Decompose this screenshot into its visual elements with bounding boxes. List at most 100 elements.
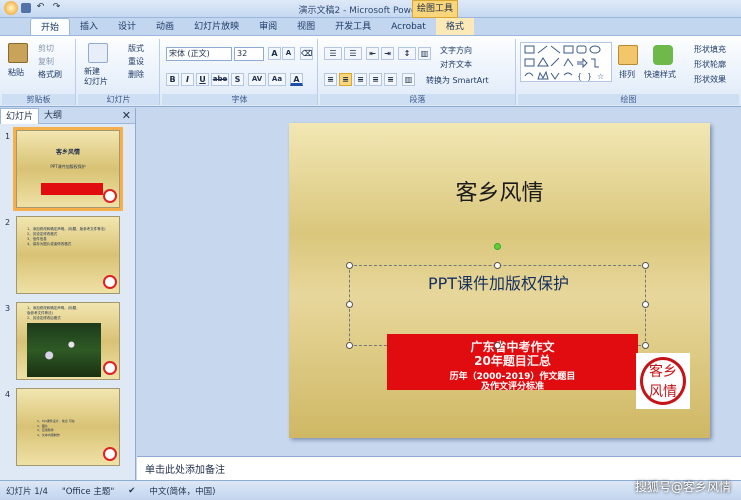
quick-styles-icon[interactable]	[653, 45, 673, 65]
align-left-button[interactable]: ≡	[324, 73, 337, 86]
thumbnail-number: 1	[5, 132, 11, 141]
thumbnail-stamp	[103, 189, 117, 203]
copy-button[interactable]: 复制	[38, 56, 54, 67]
thumbnail-stamp	[103, 447, 117, 461]
tab-animation[interactable]: 动画	[146, 18, 184, 36]
tab-home[interactable]: 开始	[30, 18, 71, 36]
slide-thumbnail-3[interactable]: 3 1、添加修改和确定声明。(标题、 版参考文件等法) 2、另设定修改后格式	[0, 302, 136, 384]
tab-insert[interactable]: 插入	[70, 18, 108, 36]
shapes-gallery[interactable]: {} ☆	[520, 42, 612, 82]
layout-button[interactable]: 版式	[128, 43, 144, 54]
new-slide-icon[interactable]	[88, 43, 108, 63]
resize-handle-ne[interactable]	[642, 262, 649, 269]
slide-thumbnail-2[interactable]: 2 1、添加修改和确定声明。(标题、版参考文件等法) 2、另设定修改格式 3、信…	[0, 216, 136, 298]
notes-pane[interactable]: 单击此处添加备注	[137, 456, 741, 480]
spellcheck-icon[interactable]: ✔	[128, 486, 135, 496]
tab-design[interactable]: 设计	[108, 18, 146, 36]
bullets-button[interactable]: ☰	[324, 47, 342, 60]
thumbnail-line: 4、文本内容制作	[37, 432, 60, 437]
tab-view[interactable]: 视图	[287, 18, 325, 36]
align-right-button[interactable]: ≡	[354, 73, 367, 86]
current-slide[interactable]: 客乡风情 PPT课件加版权保护 广东省中考作文 20年题目汇总 历年（2000-…	[289, 123, 710, 438]
ribbon-tabs: 开始 插入 设计 动画 幻灯片放映 审阅 视图 开发工具 Acrobat 格式	[0, 18, 741, 36]
thumbnail-subtitle: PPT课件加版权保护	[50, 164, 86, 169]
shrink-font-button[interactable]: A	[282, 47, 295, 60]
shape-outline-button[interactable]: 形状轮廓	[694, 59, 726, 70]
shape-effects-button[interactable]: 形状效果	[694, 74, 726, 85]
tab-slides-pane[interactable]: 幻灯片	[0, 107, 40, 124]
delete-slide-button[interactable]: 删除	[128, 69, 144, 80]
strikethrough-button[interactable]: abe	[211, 73, 229, 86]
resize-handle-nw[interactable]	[346, 262, 353, 269]
clipboard-group: 粘贴 剪切 复制 格式刷 剪贴板	[2, 39, 76, 105]
arrange-icon[interactable]	[618, 45, 638, 65]
resize-handle-s[interactable]	[494, 342, 501, 349]
reset-button[interactable]: 重设	[128, 56, 144, 67]
resize-handle-sw[interactable]	[346, 342, 353, 349]
grow-font-button[interactable]: A	[268, 47, 281, 60]
resize-handle-se[interactable]	[642, 342, 649, 349]
rotate-handle[interactable]	[494, 243, 501, 250]
text-direction-button[interactable]: 文字方向	[440, 45, 472, 56]
italic-button[interactable]: I	[181, 73, 194, 86]
shape-fill-button[interactable]: 形状填充	[694, 44, 726, 55]
numbering-button[interactable]: ☰	[344, 47, 362, 60]
slide-subtitle[interactable]: PPT课件加版权保护	[350, 270, 647, 294]
slide-thumbnail-1[interactable]: 1 客乡风情 PPT课件加版权保护	[0, 127, 136, 212]
banner-line-2: 20年题目汇总	[474, 354, 551, 368]
clipboard-group-label: 剪贴板	[2, 94, 75, 105]
seal-stamp-image[interactable]: 客乡 风情	[636, 353, 690, 409]
language-indicator: 中文(简体，中国)	[149, 486, 216, 497]
increase-indent-button[interactable]: ⇥	[381, 47, 394, 60]
char-spacing-button[interactable]: AV	[248, 73, 266, 86]
underline-button[interactable]: U	[196, 73, 209, 86]
line-spacing-button[interactable]: ↕	[398, 47, 416, 60]
smartart-button[interactable]: 转换为 SmartArt	[426, 75, 489, 86]
change-case-button[interactable]: Aa	[268, 73, 286, 86]
font-size-select[interactable]: 32	[234, 47, 264, 61]
format-painter-button[interactable]: 格式刷	[38, 69, 62, 80]
align-text-button[interactable]: 对齐文本	[440, 59, 472, 70]
bold-button[interactable]: B	[166, 73, 179, 86]
align-center-button[interactable]: ≡	[339, 73, 352, 86]
drawing-tools-context-tab: 绘图工具	[412, 0, 458, 18]
ribbon: 粘贴 剪切 复制 格式刷 剪贴板 新建 幻灯片 版式 重设 删除 幻灯片 宋体 …	[0, 35, 741, 107]
banner-line-4: 及作文评分标准	[480, 382, 544, 392]
tab-developer[interactable]: 开发工具	[325, 18, 381, 36]
close-pane-icon[interactable]: ✕	[122, 109, 131, 122]
font-color-button[interactable]: A	[290, 73, 303, 86]
slide-thumbnail-4[interactable]: 4 1、Ppt课件设计、信息 可在 2、图片 3、应用软件 4、文本内容制作	[0, 388, 136, 470]
thumbnail-stamp	[103, 361, 117, 375]
tab-slideshow[interactable]: 幻灯片放映	[184, 18, 249, 36]
thumbnail-image: 1、添加修改和确定声明。(标题、 版参考文件等法) 2、另设定修改后格式	[16, 302, 120, 380]
paste-icon[interactable]	[8, 43, 28, 63]
drawing-group-label: 绘图	[518, 94, 739, 105]
resize-handle-e[interactable]	[642, 301, 649, 308]
thumbnail-image: 1、添加修改和确定声明。(标题、版参考文件等法) 2、另设定修改格式 3、信件信…	[16, 216, 120, 294]
shadow-button[interactable]: S	[231, 73, 244, 86]
new-slide-button[interactable]: 新建 幻灯片	[84, 67, 108, 87]
tab-acrobat[interactable]: Acrobat	[381, 18, 436, 36]
tab-outline-pane[interactable]: 大纲	[39, 108, 67, 124]
columns-button[interactable]: ▥	[418, 47, 431, 60]
decrease-indent-button[interactable]: ⇤	[366, 47, 379, 60]
tab-format[interactable]: 格式	[435, 18, 474, 36]
columns2-button[interactable]: ▥	[402, 73, 415, 86]
cut-button[interactable]: 剪切	[38, 43, 54, 54]
theme-name: "Office 主题"	[61, 486, 115, 497]
thumbnail-number: 3	[5, 304, 11, 313]
resize-handle-w[interactable]	[346, 301, 353, 308]
font-name-select[interactable]: 宋体 (正文)	[166, 47, 232, 61]
distribute-button[interactable]: ≡	[384, 73, 397, 86]
arrange-button[interactable]: 排列	[619, 69, 635, 80]
slide-title[interactable]: 客乡风情	[289, 175, 710, 207]
shapes-gallery-icons: {} ☆	[524, 45, 604, 81]
red-banner-image[interactable]: 广东省中考作文 20年题目汇总 历年（2000-2019）作文题目 及作文评分标…	[387, 334, 638, 392]
paste-button[interactable]: 粘贴	[8, 67, 24, 78]
justify-button[interactable]: ≡	[369, 73, 382, 86]
tab-review[interactable]: 审阅	[249, 18, 287, 36]
watermark: 搜狐号@客乡风情	[634, 480, 731, 494]
resize-handle-n[interactable]	[494, 262, 501, 269]
clear-format-button[interactable]: ⌫	[300, 47, 313, 60]
quick-styles-button[interactable]: 快速样式	[644, 69, 676, 80]
